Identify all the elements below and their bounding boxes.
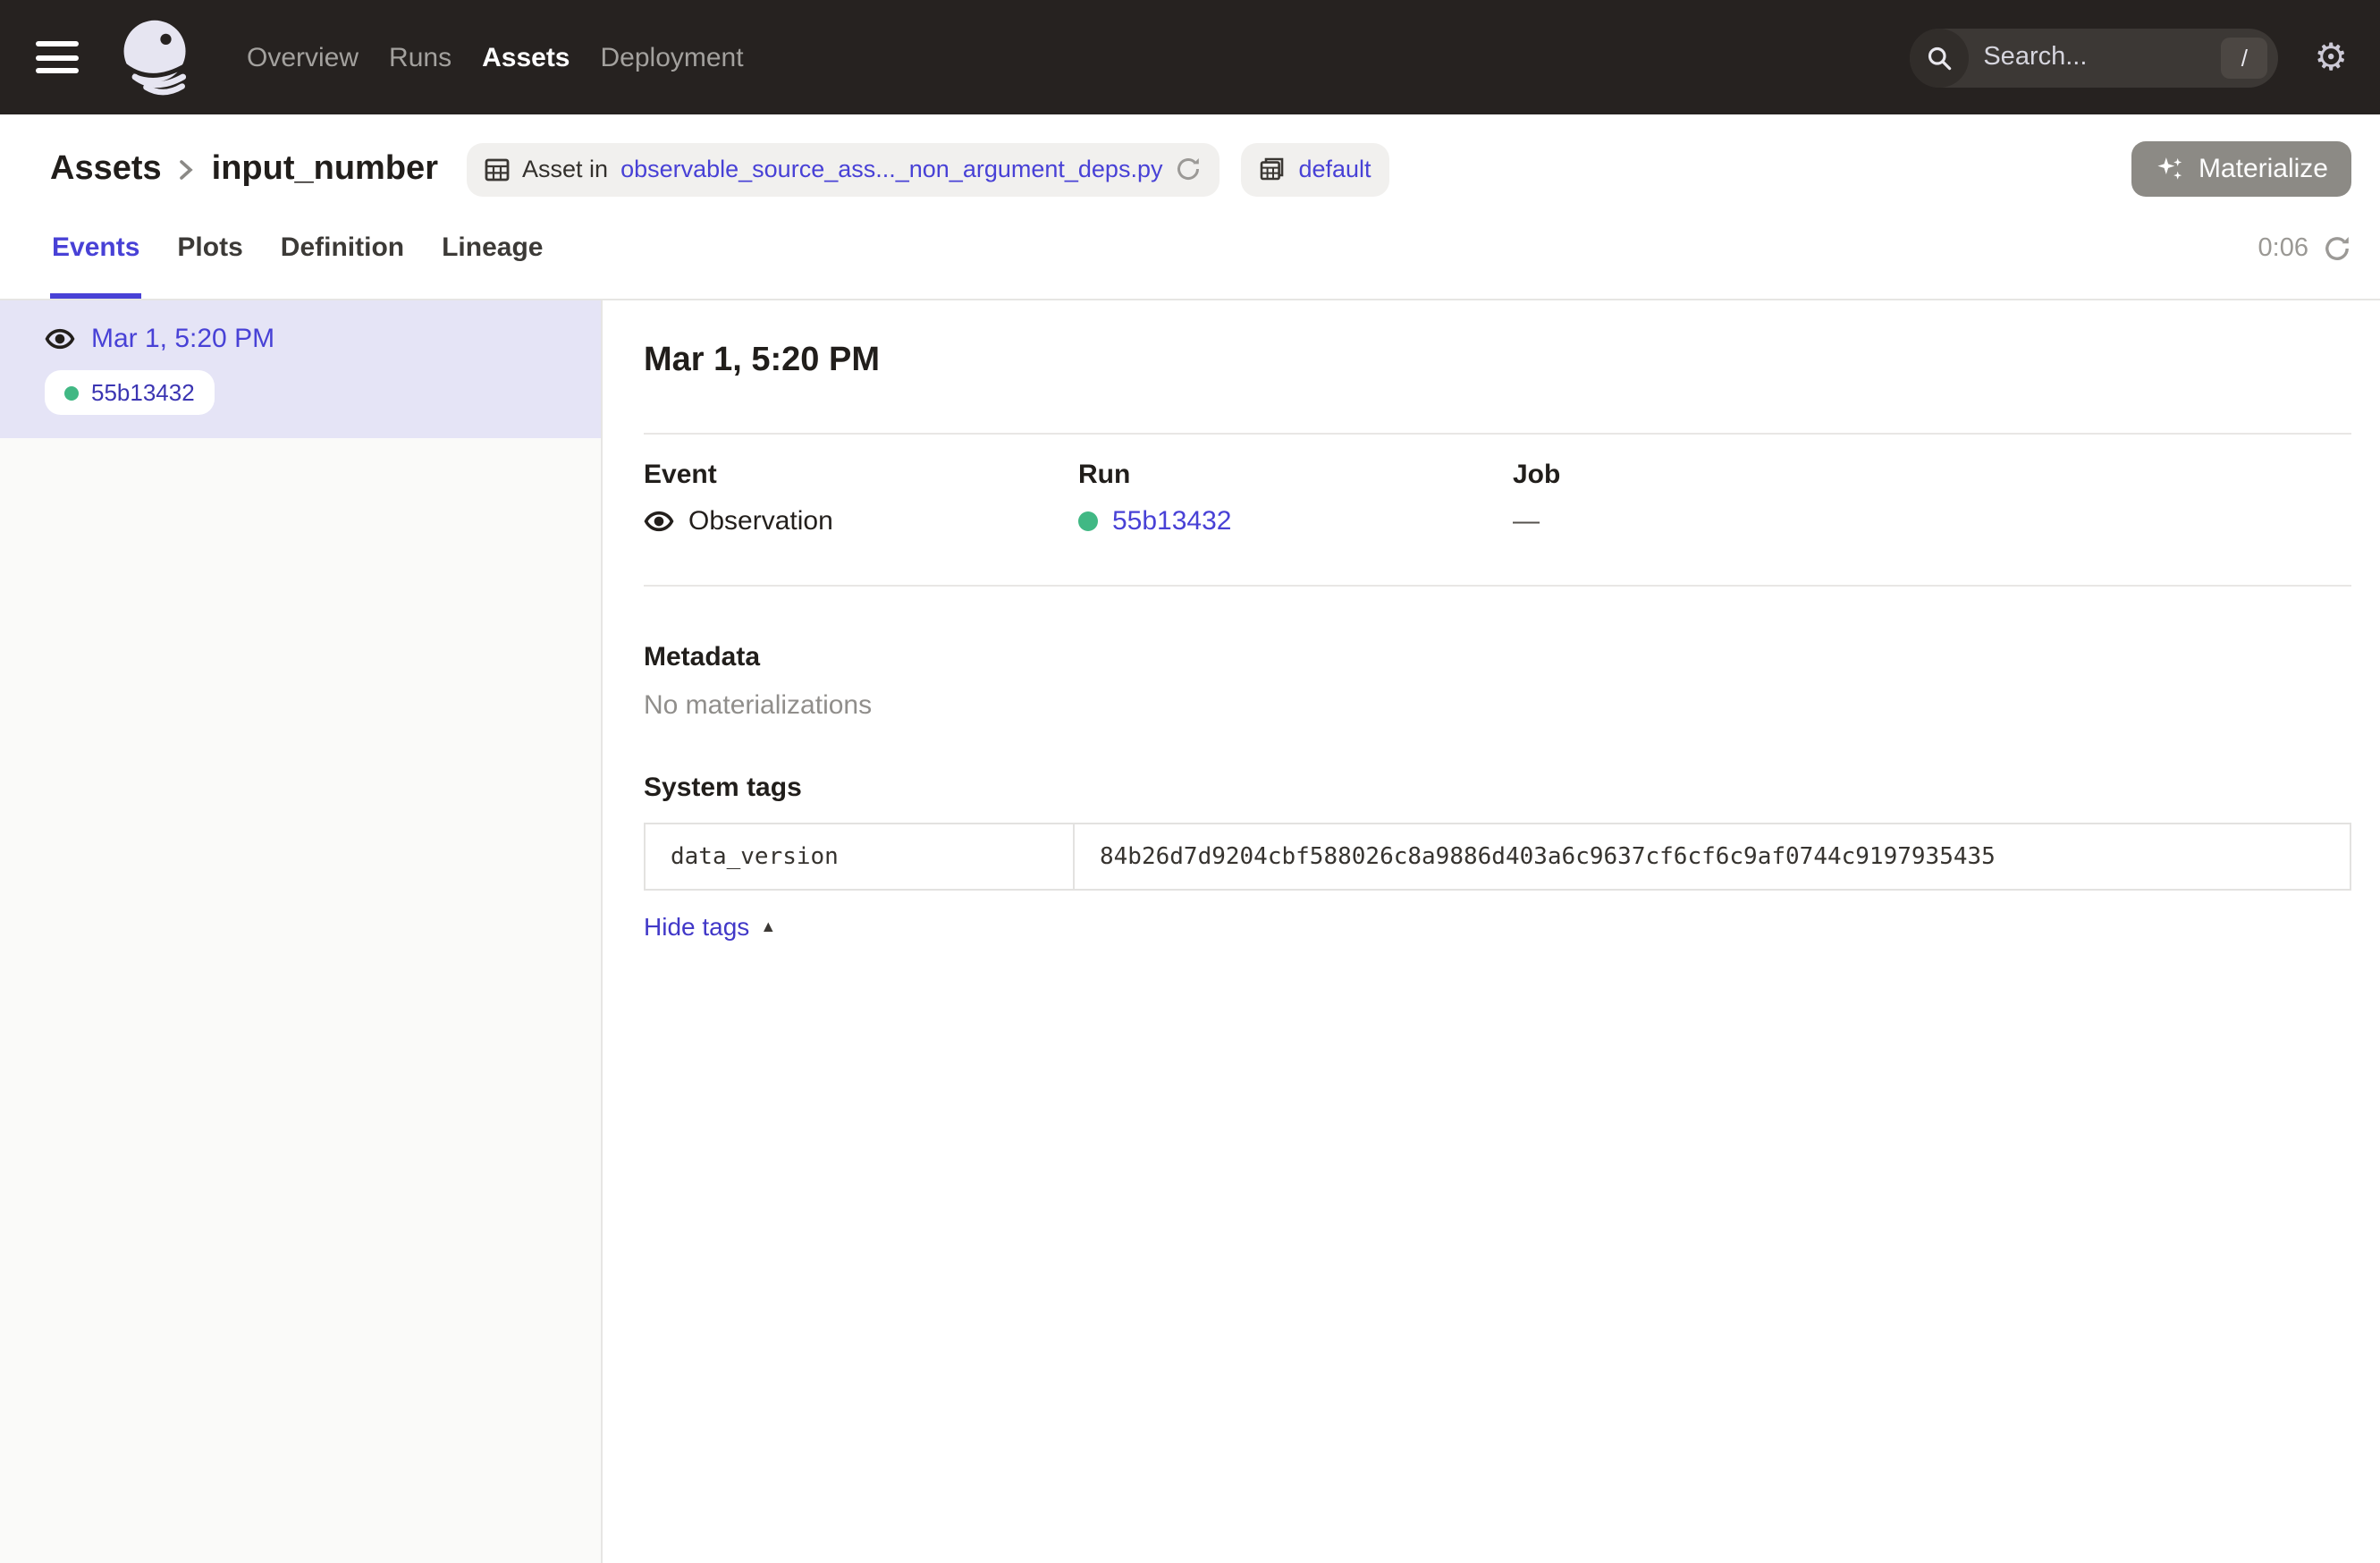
search-input[interactable] [1983,43,2207,72]
top-navbar: Overview Runs Assets Deployment / ⚙ [0,0,2380,114]
run-status-dot [64,385,79,400]
tab-events[interactable]: Events [50,197,141,299]
event-detail-title: Mar 1, 5:20 PM [644,338,2351,384]
metadata-empty-text: No materializations [644,690,2351,721]
nav-item-overview[interactable]: Overview [247,42,359,72]
nav-item-deployment[interactable]: Deployment [601,42,744,72]
materialize-button-label: Materialize [2199,154,2328,184]
breadcrumb: Assets input_number [50,149,438,189]
search-shortcut-key: / [2221,37,2267,78]
job-column: Job — [1513,460,2351,536]
reload-location-icon[interactable] [1175,156,1202,182]
run-id-label: 55b13432 [91,379,195,406]
settings-gear-icon[interactable]: ⚙ [2314,38,2348,76]
global-search[interactable]: / [1910,28,2278,87]
observation-eye-icon [644,506,674,536]
nav-item-runs[interactable]: Runs [389,42,452,72]
refresh-countdown: 0:06 [2258,233,2308,262]
run-id-link[interactable]: 55b13432 [1112,506,1232,536]
asset-location-prefix: Asset in [522,156,608,182]
event-column: Event Observation [644,460,1078,536]
sparkles-icon [2156,154,2186,184]
breadcrumb-row: Assets input_number Asset in observable_… [0,114,2380,197]
tab-lineage[interactable]: Lineage [440,197,544,299]
main-nav: Overview Runs Assets Deployment [247,42,744,72]
event-summary-columns: Event Observation Run [644,460,2351,536]
asset-location-badge: Asset in observable_source_ass..._non_ar… [467,142,1220,196]
run-id-pill[interactable]: 55b13432 [45,370,215,415]
menu-icon[interactable] [36,41,79,73]
tab-definition[interactable]: Definition [279,197,406,299]
divider [644,433,2351,435]
event-timestamp-link[interactable]: Mar 1, 5:20 PM [91,324,274,354]
caret-up-icon: ▲ [760,917,776,935]
refresh-timer-group: 0:06 [2258,197,2351,299]
asset-page-header: Assets input_number Asset in observable_… [0,114,2380,300]
observation-eye-icon [45,324,75,354]
event-type-value: Observation [688,506,833,536]
asset-tabs: Events Plots Definition Lineage [50,197,544,299]
job-column-label: Job [1513,460,2351,490]
metadata-heading: Metadata [644,642,2351,672]
group-tables-icon [1259,156,1286,182]
run-column: Run 55b13432 [1078,460,1513,536]
dagster-app: Overview Runs Assets Deployment / ⚙ Asse… [0,0,2380,1563]
breadcrumb-assets-link[interactable]: Assets [50,149,162,189]
job-empty-value: — [1513,506,1540,536]
system-tags-heading: System tags [644,773,2351,803]
run-status-dot [1078,511,1098,531]
asset-definition-file-link[interactable]: observable_source_ass..._non_argument_de… [620,156,1162,182]
tab-plots[interactable]: Plots [175,197,244,299]
system-tags-table: data_version 84b26d7d9204cbf588026c8a988… [644,823,2351,891]
table-row: data_version 84b26d7d9204cbf588026c8a988… [645,824,2350,890]
hide-tags-label: Hide tags [644,912,749,941]
event-list-item[interactable]: Mar 1, 5:20 PM 55b13432 [0,300,601,438]
chevron-right-icon [178,156,196,182]
hide-tags-link[interactable]: Hide tags ▲ [644,912,776,941]
breadcrumb-asset-name: input_number [212,149,438,189]
materialize-button[interactable]: Materialize [2132,141,2351,197]
tag-key-cell: data_version [645,824,1074,890]
asset-tabs-row: Events Plots Definition Lineage 0:06 [0,197,2380,299]
run-column-label: Run [1078,460,1513,490]
nav-item-assets[interactable]: Assets [482,42,570,72]
divider [644,585,2351,587]
dagster-logo-icon[interactable] [114,16,197,98]
refresh-icon[interactable] [2323,233,2351,262]
search-icon [1910,28,1969,87]
tag-value-cell: 84b26d7d9204cbf588026c8a9886d403a6c9637c… [1074,824,2350,890]
code-location-table-icon [485,156,510,182]
event-column-label: Event [644,460,1078,490]
content-area: Mar 1, 5:20 PM 55b13432 Mar 1, 5:20 PM E… [0,300,2380,1563]
asset-group-badge: default [1241,142,1388,196]
event-list-sidebar: Mar 1, 5:20 PM 55b13432 [0,300,603,1563]
asset-group-link[interactable]: default [1298,156,1371,182]
event-detail-panel: Mar 1, 5:20 PM Event Observation [603,300,2380,1563]
